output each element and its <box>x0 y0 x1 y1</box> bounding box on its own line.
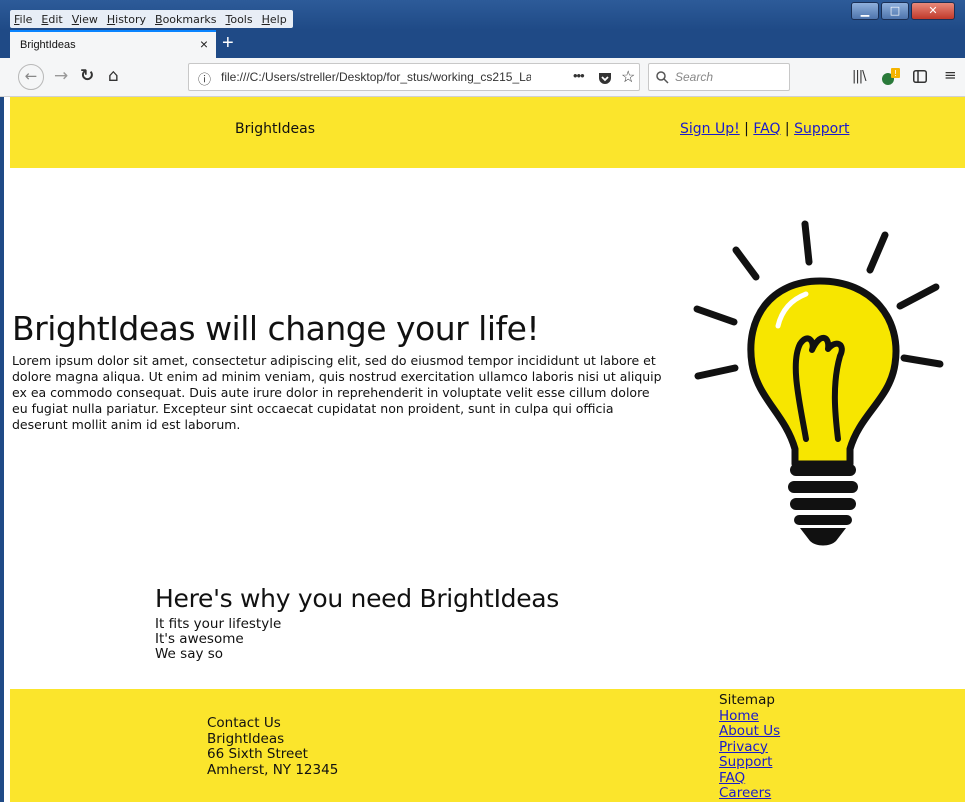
minimize-button[interactable]: ▁ <box>851 2 879 20</box>
window-left-edge <box>0 97 10 802</box>
menu-view[interactable]: View <box>72 13 98 26</box>
sitemap-support-link[interactable]: Support <box>719 754 780 771</box>
page-actions-icon[interactable]: ••• <box>573 68 585 83</box>
sidebar-icon[interactable] <box>913 70 927 83</box>
bulb-base <box>788 464 858 546</box>
faq-link[interactable]: FAQ <box>753 121 780 137</box>
why-item: It's awesome <box>155 631 244 647</box>
reload-icon[interactable]: ↻ <box>80 66 94 86</box>
sitemap-about-link[interactable]: About Us <box>719 723 780 740</box>
search-icon <box>656 71 669 84</box>
close-window-button[interactable]: ✕ <box>911 2 955 20</box>
menu-bookmarks[interactable]: Bookmarks <box>155 13 216 26</box>
menu-file[interactable]: File <box>14 13 32 26</box>
header-nav: Sign Up! | FAQ | Support <box>680 121 849 137</box>
title-bar: File Edit View History Bookmarks Tools H… <box>0 0 965 30</box>
contact-block: Contact Us BrightIdeas 66 Sixth Street A… <box>207 715 339 778</box>
sitemap-privacy-link[interactable]: Privacy <box>719 739 780 756</box>
back-arrow-icon[interactable]: ← <box>18 64 44 90</box>
why-item: It fits your lifestyle <box>155 616 282 632</box>
menu-help[interactable]: Help <box>262 13 287 26</box>
contact-heading: Contact Us <box>207 715 281 731</box>
sitemap-faq-link[interactable]: FAQ <box>719 770 780 787</box>
window-controls: ▁ □ ✕ <box>849 2 955 20</box>
menu-edit[interactable]: Edit <box>41 13 62 26</box>
site-footer: Contact Us BrightIdeas 66 Sixth Street A… <box>10 689 965 802</box>
pocket-icon[interactable] <box>597 70 613 86</box>
url-bar[interactable]: ⓘ file:///C:/Users/streller/Desktop/for_… <box>188 63 640 91</box>
menu-tools[interactable]: Tools <box>225 13 252 26</box>
tab-title: BrightIdeas <box>20 39 76 51</box>
extension-icon[interactable]: ! <box>880 66 902 88</box>
support-link[interactable]: Support <box>794 121 849 137</box>
contact-city: Amherst, NY 12345 <box>207 761 339 778</box>
bookmark-star-icon[interactable]: ☆ <box>621 67 635 87</box>
bulb-glass <box>747 277 900 468</box>
sitemap-block: Sitemap Home About Us Privacy Support FA… <box>719 692 780 802</box>
menu-history[interactable]: History <box>107 13 146 26</box>
sitemap-heading: Sitemap <box>719 692 775 708</box>
navigation-toolbar: ← → ↻ ⌂ ⓘ file:///C:/Users/streller/Desk… <box>0 58 965 97</box>
home-icon[interactable]: ⌂ <box>108 66 119 86</box>
search-placeholder: Search <box>675 70 714 84</box>
url-text: file:///C:/Users/streller/Desktop/for_st… <box>221 70 531 84</box>
hero-text: Lorem ipsum dolor sit amet, consectetur … <box>12 353 662 432</box>
new-tab-button[interactable]: + <box>222 30 234 56</box>
tab-close-icon[interactable]: × <box>200 36 208 52</box>
signup-link[interactable]: Sign Up! <box>680 121 740 137</box>
browser-chrome: File Edit View History Bookmarks Tools H… <box>0 0 965 97</box>
why-list: It fits your lifestyle It's awesome We s… <box>155 617 281 662</box>
contact-street: 66 Sixth Street <box>207 746 308 762</box>
sitemap-home-link[interactable]: Home <box>719 708 780 725</box>
contact-company: BrightIdeas <box>207 730 285 747</box>
site-header: BrightIdeas Sign Up! | FAQ | Support <box>10 97 965 168</box>
nav-separator: | <box>739 121 754 137</box>
lightbulb-illustration <box>693 220 944 546</box>
tab-brightideas[interactable]: BrightIdeas × <box>10 30 216 58</box>
maximize-button[interactable]: □ <box>881 2 909 20</box>
hero-title: BrightIdeas will change your life! <box>12 309 540 348</box>
brand-name: BrightIdeas <box>235 121 316 137</box>
menu-bar: File Edit View History Bookmarks Tools H… <box>10 10 293 28</box>
info-icon[interactable]: ⓘ <box>198 69 211 88</box>
sitemap-careers-link[interactable]: Careers <box>719 785 780 802</box>
forward-arrow-icon[interactable]: → <box>54 66 68 86</box>
web-page: BrightIdeas Sign Up! | FAQ | Support Bri… <box>0 97 965 802</box>
library-icon[interactable]: |||\ <box>852 69 866 84</box>
tab-strip: BrightIdeas × + <box>0 30 965 58</box>
why-title: Here's why you need BrightIdeas <box>155 584 560 613</box>
search-box[interactable]: Search <box>648 63 790 91</box>
svg-text:!: ! <box>894 69 897 78</box>
nav-separator: | <box>780 121 795 137</box>
hamburger-menu-icon[interactable]: ≡ <box>944 66 957 84</box>
why-item: We say so <box>155 646 224 662</box>
